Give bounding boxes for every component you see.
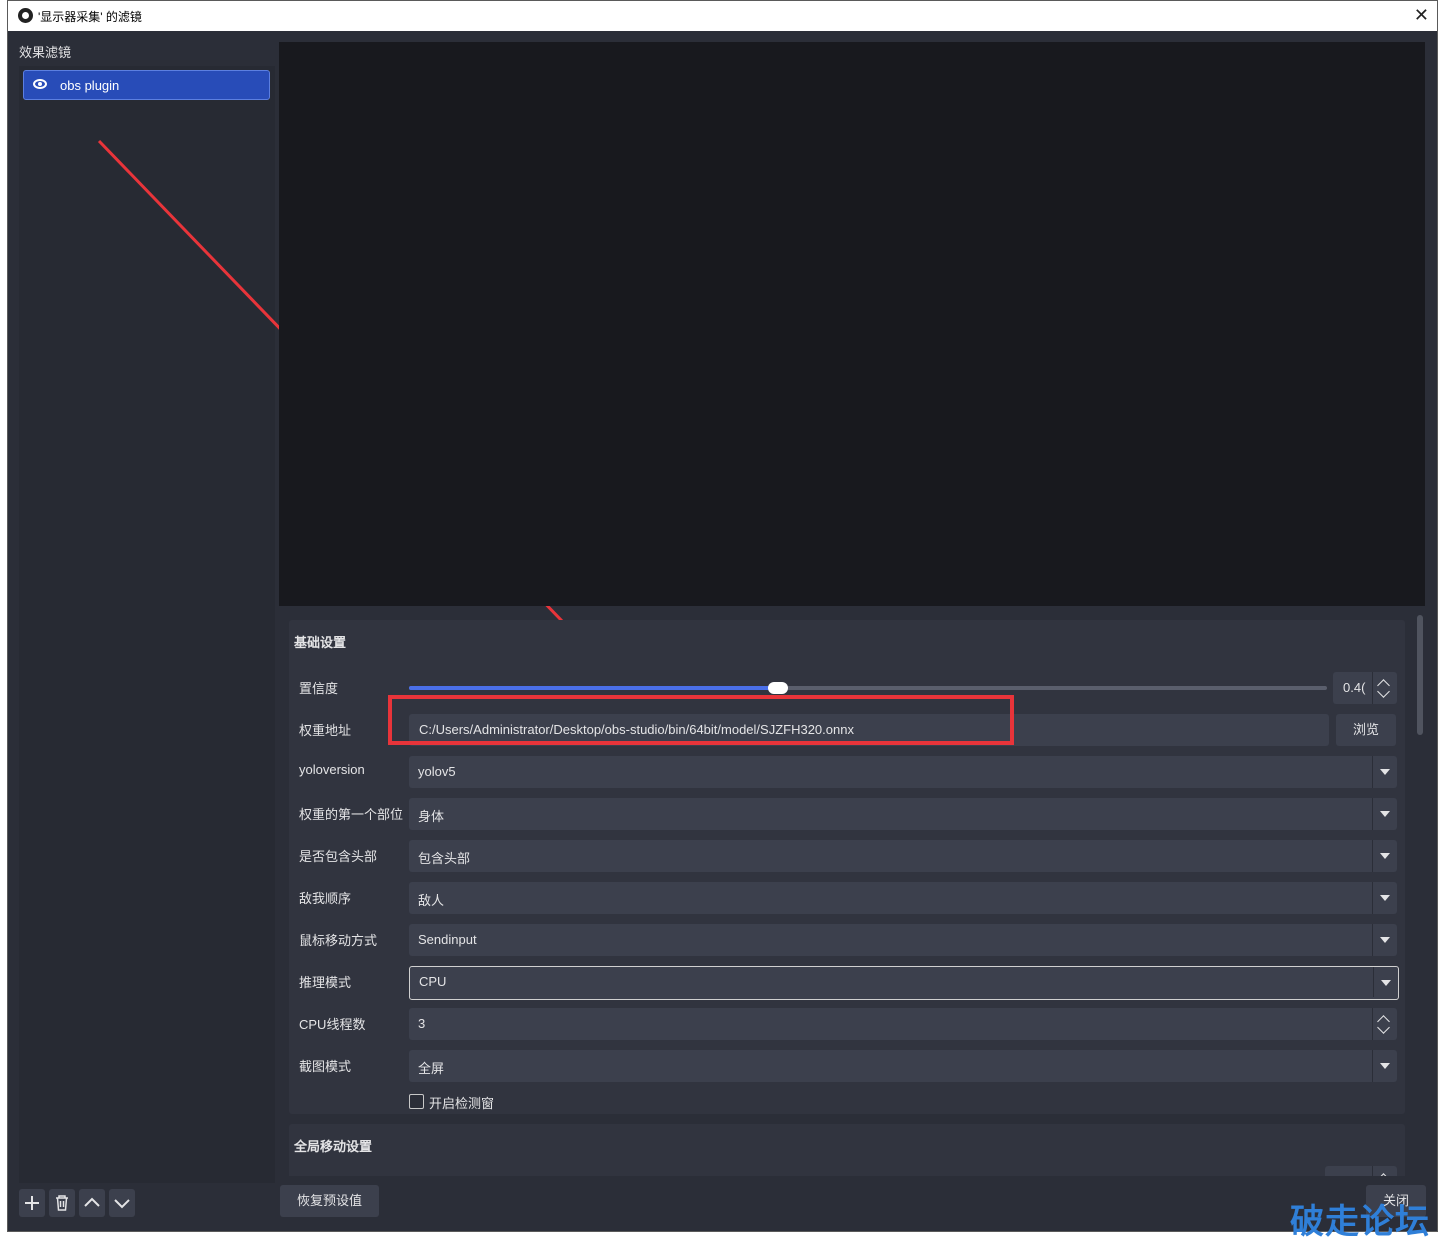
confidence-slider-fill: [409, 686, 779, 690]
cpu-threads-spinbox[interactable]: 3: [409, 1008, 1397, 1040]
include-head-select[interactable]: 包含头部: [409, 840, 1397, 872]
confidence-slider-handle[interactable]: [768, 682, 789, 694]
plus-icon: [25, 1196, 39, 1210]
eye-icon[interactable]: [33, 79, 47, 89]
order-label: 敌我顺序: [299, 891, 352, 906]
yoloversion-value: yolov5: [418, 764, 456, 779]
highlight-box: [388, 695, 1014, 745]
filters-panel-title: 效果滤镜: [19, 45, 72, 60]
chevron-down-icon[interactable]: [1372, 756, 1397, 788]
infer-mode-value: CPU: [419, 974, 447, 989]
capture-mode-value: 全屏: [418, 1061, 445, 1076]
reset-defaults-button[interactable]: 恢复预设值: [280, 1185, 379, 1217]
include-head-label: 是否包含头部: [299, 849, 378, 864]
properties-scrollbar[interactable]: [1417, 615, 1423, 735]
filter-item-obs-plugin[interactable]: obs plugin: [23, 70, 270, 100]
confidence-stepper[interactable]: [1372, 672, 1397, 704]
include-head-value: 包含头部: [418, 851, 471, 866]
infer-mode-select[interactable]: CPU: [409, 966, 1399, 1000]
global-move-group: 全局移动设置: [289, 1124, 1405, 1176]
capture-mode-select[interactable]: 全屏: [409, 1050, 1397, 1082]
move-up-button[interactable]: [79, 1189, 105, 1217]
add-filter-button[interactable]: [19, 1189, 45, 1217]
confidence-slider[interactable]: [409, 682, 1327, 694]
obs-logo-icon: [18, 8, 33, 23]
detect-window-checkbox[interactable]: [409, 1094, 424, 1109]
mouse-mode-select[interactable]: Sendinput: [409, 924, 1397, 956]
chevron-down-icon[interactable]: [1372, 882, 1397, 914]
preview-area: [279, 42, 1425, 606]
confidence-value: 0.4(: [1343, 680, 1366, 695]
cpu-threads-value: 3: [418, 1016, 426, 1031]
chevron-up-icon[interactable]: [1377, 1173, 1390, 1176]
global-move-stepper[interactable]: [1372, 1166, 1397, 1176]
confidence-label: 置信度: [299, 681, 339, 696]
cpu-threads-label: CPU线程数: [299, 1017, 366, 1032]
capture-mode-label: 截图模式: [299, 1059, 352, 1074]
global-move-title: 全局移动设置: [294, 1139, 373, 1154]
mouse-mode-label: 鼠标移动方式: [299, 933, 378, 948]
weights-label: 权重地址: [299, 723, 352, 738]
chevron-up-icon: [84, 1197, 100, 1207]
title-bar: '显示器采集' 的滤镜 ✕: [8, 1, 1437, 31]
chevron-down-icon[interactable]: [1372, 1050, 1397, 1082]
chevron-down-icon: [114, 1199, 130, 1209]
chevron-down-icon[interactable]: [1372, 798, 1397, 830]
watermark-text: 破走论坛: [1290, 1202, 1430, 1242]
chevron-down-icon[interactable]: [1372, 924, 1397, 956]
window-title: '显示器采集' 的滤镜: [38, 10, 142, 24]
filter-item-label: obs plugin: [60, 78, 120, 93]
order-select[interactable]: 敌人: [409, 882, 1397, 914]
mouse-mode-value: Sendinput: [418, 932, 477, 947]
confidence-spinbox[interactable]: 0.4(: [1333, 672, 1397, 704]
yoloversion-label: yoloversion: [299, 762, 365, 777]
first-part-value: 身体: [418, 809, 445, 824]
yoloversion-select[interactable]: yolov5: [409, 756, 1397, 788]
trash-icon: [56, 1195, 68, 1211]
chevron-down-icon[interactable]: [1372, 840, 1397, 872]
basic-settings-title: 基础设置: [294, 635, 347, 650]
filter-list[interactable]: [19, 66, 275, 1183]
detect-window-label: 开启检测窗: [429, 1096, 495, 1111]
global-move-spinbox[interactable]: [1325, 1166, 1397, 1176]
remove-filter-button[interactable]: [49, 1189, 75, 1217]
infer-mode-label: 推理模式: [299, 975, 352, 990]
move-down-button[interactable]: [109, 1189, 135, 1217]
first-part-label: 权重的第一个部位: [299, 807, 404, 822]
cpu-threads-stepper[interactable]: [1372, 1008, 1397, 1040]
close-icon[interactable]: ✕: [1414, 4, 1429, 26]
chevron-down-icon[interactable]: [1373, 967, 1398, 997]
browse-button[interactable]: 浏览: [1336, 714, 1396, 746]
order-value: 敌人: [418, 893, 445, 908]
first-part-select[interactable]: 身体: [409, 798, 1397, 830]
